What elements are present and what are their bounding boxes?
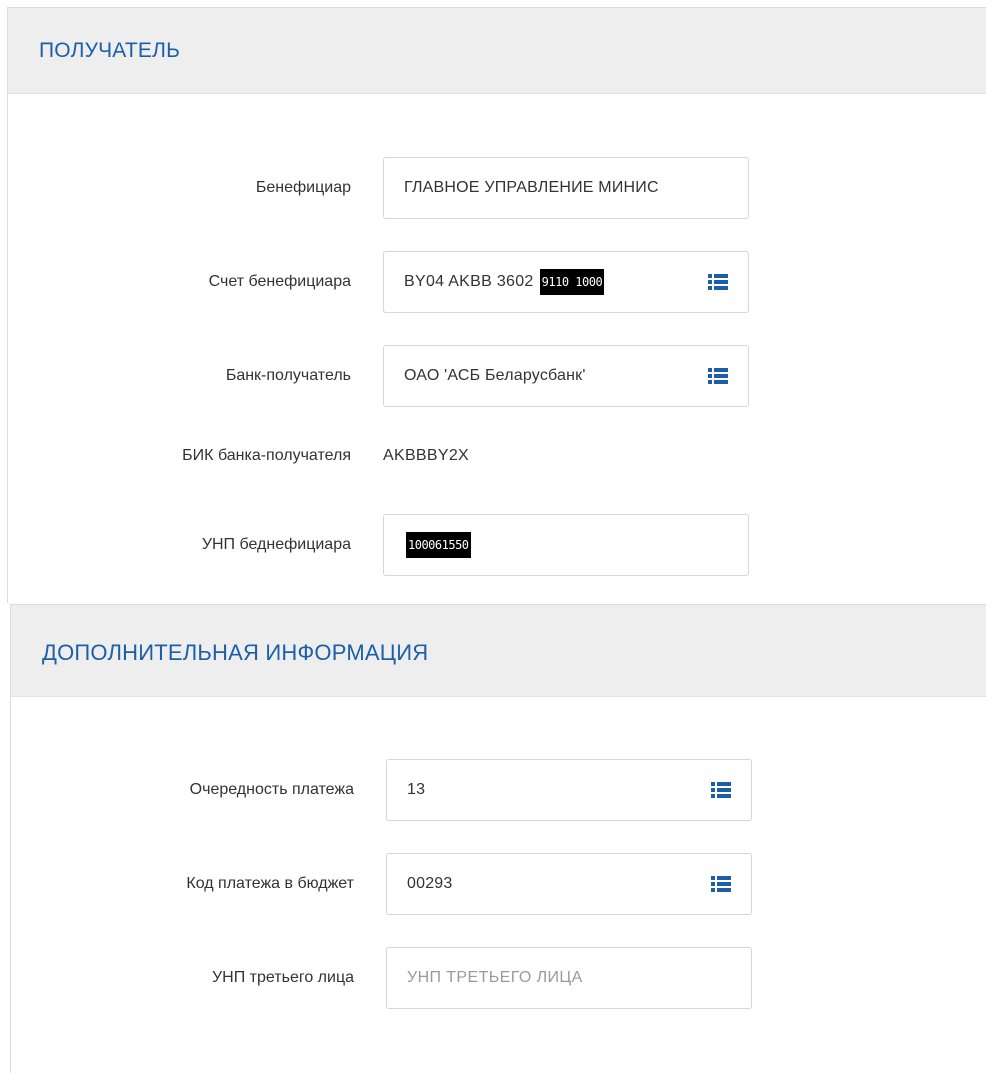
recipient-section-title: ПОЛУЧАТЕЛЬ [39, 39, 181, 62]
recipient-panel-header: ПОЛУЧАТЕЛЬ [8, 8, 986, 94]
budget-code-label: Код платежа в бюджет [186, 875, 354, 892]
third-party-unp-field[interactable] [386, 947, 752, 1009]
list-icon[interactable] [711, 876, 731, 892]
additional-info-panel: ДОПОЛНИТЕЛЬНАЯ ИНФОРМАЦИЯ Очередность пл… [10, 604, 986, 1073]
payment-priority-label: Очередность платежа [189, 781, 354, 798]
third-party-unp-label: УНП третьего лица [212, 969, 354, 986]
additional-info-section-title: ДОПОЛНИТЕЛЬНАЯ ИНФОРМАЦИЯ [42, 640, 429, 665]
beneficiary-account-label: Счет бенефициара [208, 273, 351, 290]
bic-label: БИК банка-получателя [182, 447, 351, 464]
recipient-bank-label: Банк-получатель [225, 367, 351, 384]
beneficiary-unp-value[interactable]: 100061550 [406, 532, 471, 558]
bic-label-box: БИК банка-получателя [8, 425, 351, 487]
budget-code-label-box: Код платежа в бюджет [11, 853, 354, 915]
recipient-bank-field[interactable] [383, 345, 749, 407]
third-party-unp-input[interactable] [387, 948, 751, 1008]
recipient-bank-label-box: Банк-получатель [8, 345, 351, 407]
beneficiary-account-field[interactable]: BY04 AKBB 3602 9110 1000 [383, 251, 749, 313]
bic-value-box: AKBBBY2X [383, 425, 683, 487]
list-icon[interactable] [708, 368, 728, 384]
beneficiary-label: Бенефициар [255, 179, 351, 196]
beneficiary-unp-label: УНП беднефициара [201, 536, 351, 553]
beneficiary-label-box: Бенефициар [8, 157, 351, 219]
recipient-panel: ПОЛУЧАТЕЛЬ Бенефициар Счет бенефициара B… [7, 7, 986, 603]
recipient-bank-input[interactable] [384, 346, 748, 406]
list-icon[interactable] [711, 782, 731, 798]
beneficiary-unp-label-box: УНП беднефициара [8, 514, 351, 576]
payment-priority-input[interactable] [387, 760, 751, 820]
list-icon[interactable] [708, 274, 728, 290]
third-party-unp-label-box: УНП третьего лица [11, 947, 354, 1009]
additional-info-panel-header: ДОПОЛНИТЕЛЬНАЯ ИНФОРМАЦИЯ [11, 605, 986, 697]
beneficiary-unp-field[interactable]: 100061550 [383, 514, 749, 576]
beneficiary-account-label-box: Счет бенефициара [8, 251, 351, 313]
budget-code-input[interactable] [387, 854, 751, 914]
budget-code-field[interactable] [386, 853, 752, 915]
payment-priority-label-box: Очередность платежа [11, 759, 354, 821]
beneficiary-field[interactable] [383, 157, 749, 219]
beneficiary-account-visible: BY04 AKBB 3602 [404, 273, 534, 290]
beneficiary-input[interactable] [384, 158, 748, 218]
beneficiary-account-value[interactable]: BY04 AKBB 3602 9110 1000 [404, 269, 605, 295]
bic-value: AKBBBY2X [383, 447, 470, 464]
beneficiary-account-redacted: 9110 1000 [539, 269, 605, 295]
payment-priority-field[interactable] [386, 759, 752, 821]
beneficiary-unp-redacted: 100061550 [406, 532, 471, 558]
